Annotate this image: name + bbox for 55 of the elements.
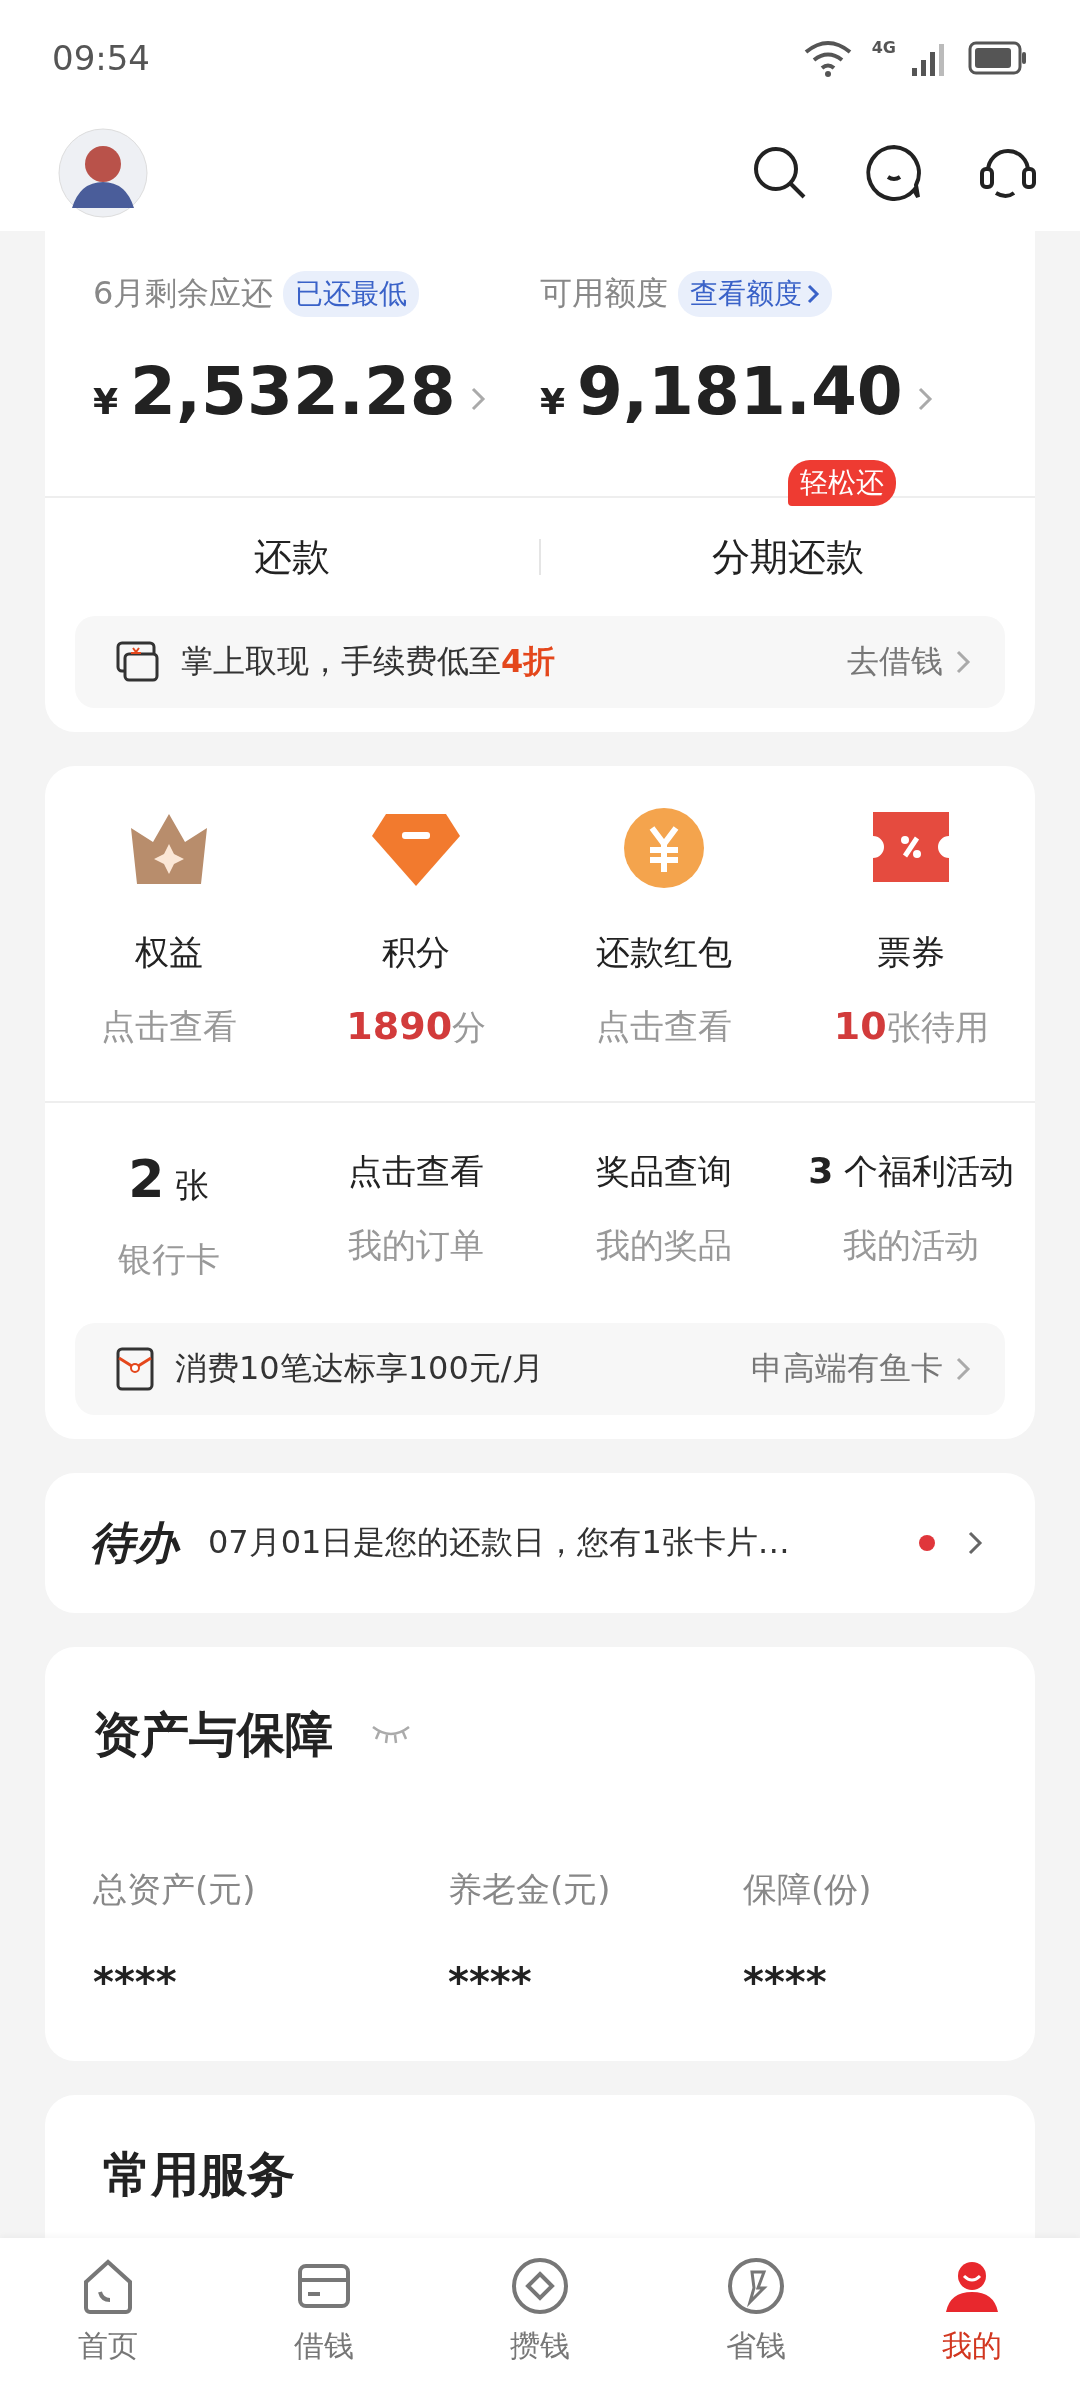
chevron-icon [806,283,820,305]
nav-tab[interactable]: 省钱 [648,2238,864,2388]
promo-badge: 轻松还 [788,459,896,506]
todo-message: 07月01日是您的还款日，您有1张卡片… [208,1522,791,1563]
benefit-title[interactable]: 票券 [877,930,946,976]
todo-banner[interactable]: 待办 07月01日是您的还款日，您有1张卡片… [45,1473,1035,1613]
status-time: 09:54 [52,37,150,78]
benefit-title[interactable]: 还款红包 [595,930,732,976]
stat-value[interactable]: 2 张 [128,1149,210,1209]
cash-card-icon [115,640,161,684]
stat-label: 我的活动 [843,1224,980,1267]
asset-value: **** [743,1959,828,2005]
benefit-value: 点击查看 [595,1005,732,1048]
promo-text: 掌上取现，手续费低至4折 [181,641,557,682]
benefit-value: 10张待用 [833,1004,989,1050]
benefit-title[interactable]: 权益 [134,930,203,976]
currency-symbol: ¥ [93,381,119,422]
borrow-link[interactable]: 去借钱 [847,640,975,684]
cash-promo-banner[interactable]: 掌上取现，手续费低至4折 去借钱 [75,616,1005,708]
repay-action-button[interactable]: 分期还款 [712,531,864,583]
offer-text: 消费10笔达标享100元/月 [175,1348,545,1389]
repay-action-button[interactable]: 还款 [254,531,330,583]
asset-label: 保障(份) [743,1868,873,1911]
avatar[interactable] [58,128,148,218]
nav-tab[interactable]: 攒钱 [432,2238,648,2388]
benefit-title[interactable]: 积分 [382,930,451,976]
network-label: 4G [871,37,896,57]
benefit-value: 1890分 [346,1004,487,1050]
stat-label: 我的奖品 [595,1224,732,1267]
stat-value[interactable]: 3 个福利活动 [808,1149,1015,1195]
card-offer-banner[interactable]: 消费10笔达标享100元/月 申高端有鱼卡 [75,1323,1005,1415]
credit-amount[interactable]: 9,181.40 [577,353,903,430]
nav-tab[interactable]: 我的 [864,2238,1080,2388]
section-title: 资产与保障 [93,1705,333,1764]
asset-label: 总资产(元) [93,1868,257,1911]
currency-symbol: ¥ [540,381,566,422]
nav-tab[interactable]: 首页 [0,2238,216,2388]
due-status-badge: 已还最低 [283,271,420,317]
asset-value: **** [448,1959,533,2005]
stat-label: 银行卡 [117,1238,220,1281]
benefit-value: 点击查看 [100,1005,237,1048]
envelope-icon [115,1346,155,1392]
section-title: 常用服务 [103,2146,295,2202]
view-credit-link[interactable]: 查看额度 [678,271,832,317]
stat-value[interactable]: 点击查看 [348,1149,485,1195]
stat-label: 我的订单 [348,1224,485,1267]
stat-value[interactable]: 奖品查询 [595,1149,732,1195]
asset-value: **** [93,1959,178,2005]
nav-tab[interactable]: 借钱 [216,2238,432,2388]
due-amount[interactable]: 2,532.28 [130,353,456,430]
due-label: 6月剩余应还 [93,273,274,314]
asset-label: 养老金(元) [448,1868,612,1911]
battery-icon [968,40,1028,75]
apply-card-link[interactable]: 申高端有鱼卡 [751,1347,975,1391]
credit-label: 可用额度 [540,273,668,314]
